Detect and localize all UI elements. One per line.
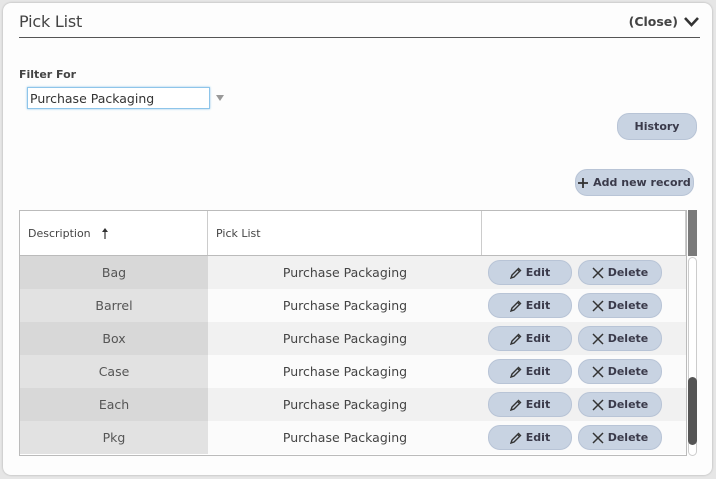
table-row: Each Purchase Packaging Edit Delete [20, 388, 686, 421]
table-row: Box Purchase Packaging Edit Delete [20, 322, 686, 355]
cell-pick-list: Purchase Packaging [208, 388, 482, 421]
cell-description: Barrel [20, 289, 208, 322]
edit-button[interactable]: Edit [488, 326, 572, 351]
cell-pick-list: Purchase Packaging [208, 256, 482, 289]
edit-label: Edit [525, 332, 551, 345]
dropdown-arrow-icon[interactable] [216, 95, 224, 101]
close-icon [592, 332, 604, 345]
table-row: Pkg Purchase Packaging Edit Delete [20, 421, 686, 454]
cell-description: Pkg [20, 421, 208, 454]
delete-button[interactable]: Delete [578, 359, 662, 384]
history-button-label: History [634, 120, 680, 133]
cell-actions: Edit Delete [482, 388, 686, 421]
table-row: Case Purchase Packaging Edit Delete [20, 355, 686, 388]
delete-label: Delete [607, 365, 649, 378]
table-row: Barrel Purchase Packaging Edit Delete [20, 289, 686, 322]
filter-input[interactable] [27, 87, 210, 109]
edit-label: Edit [525, 398, 551, 411]
edit-button[interactable]: Edit [488, 293, 572, 318]
cell-pick-list: Purchase Packaging [208, 289, 482, 322]
edit-button[interactable]: Edit [488, 425, 572, 450]
cell-pick-list: Purchase Packaging [208, 322, 482, 355]
pencil-icon [509, 432, 522, 444]
pencil-icon [509, 366, 522, 378]
close-label[interactable]: (Close) [629, 14, 678, 29]
delete-label: Delete [607, 266, 649, 279]
cell-pick-list: Purchase Packaging [208, 421, 482, 454]
edit-button[interactable]: Edit [488, 359, 572, 384]
close-icon [592, 398, 604, 411]
chevron-down-icon[interactable] [683, 16, 700, 28]
delete-label: Delete [607, 299, 649, 312]
column-header-actions [482, 211, 686, 255]
pencil-icon [509, 333, 522, 345]
cell-actions: Edit Delete [482, 322, 686, 355]
history-button[interactable]: History [617, 113, 697, 140]
pick-list-panel: Pick List (Close) Filter For History Add… [3, 3, 712, 475]
delete-label: Delete [607, 332, 649, 345]
panel-header: Pick List (Close) [19, 3, 700, 38]
edit-button[interactable]: Edit [488, 392, 572, 417]
delete-label: Delete [607, 398, 649, 411]
close-icon [592, 299, 604, 312]
edit-button[interactable]: Edit [488, 260, 572, 285]
column-header-pick-list[interactable]: Pick List [208, 211, 482, 255]
delete-button[interactable]: Delete [578, 392, 662, 417]
cell-actions: Edit Delete [482, 421, 686, 454]
cell-pick-list: Purchase Packaging [208, 355, 482, 388]
cell-actions: Edit Delete [482, 289, 686, 322]
edit-label: Edit [525, 299, 551, 312]
cell-actions: Edit Delete [482, 355, 686, 388]
grid-body: Bag Purchase Packaging Edit Delete Barre… [20, 256, 686, 454]
cell-description: Each [20, 388, 208, 421]
column-label: Pick List [216, 226, 261, 240]
close-icon [592, 266, 604, 279]
table-row: Bag Purchase Packaging Edit Delete [20, 256, 686, 289]
pencil-icon [509, 399, 522, 411]
pick-list-grid: Description Pick List Bag Purchase Packa… [19, 210, 687, 456]
edit-label: Edit [525, 365, 551, 378]
close-toggle[interactable]: (Close) [629, 14, 700, 29]
cell-description: Bag [20, 256, 208, 289]
cell-actions: Edit Delete [482, 256, 686, 289]
page-title: Pick List [19, 12, 83, 31]
pencil-icon [509, 300, 522, 312]
close-icon [592, 431, 604, 444]
edit-label: Edit [525, 431, 551, 444]
column-label: Description [28, 226, 91, 240]
column-header-description[interactable]: Description [20, 211, 208, 255]
pencil-icon [509, 267, 522, 279]
plus-icon [578, 177, 589, 188]
edit-label: Edit [525, 266, 551, 279]
delete-label: Delete [607, 431, 649, 444]
delete-button[interactable]: Delete [578, 425, 662, 450]
delete-button[interactable]: Delete [578, 293, 662, 318]
delete-button[interactable]: Delete [578, 260, 662, 285]
delete-button[interactable]: Delete [578, 326, 662, 351]
cell-description: Case [20, 355, 208, 388]
filter-label: Filter For [19, 68, 77, 81]
scrollbar-header-block [688, 210, 697, 256]
close-icon [592, 365, 604, 378]
cell-description: Box [20, 322, 208, 355]
grid-header: Description Pick List [20, 211, 686, 256]
sort-ascending-icon [101, 227, 108, 239]
add-new-record-label: Add new record [593, 176, 691, 189]
scrollbar-thumb[interactable] [688, 377, 697, 445]
add-new-record-button[interactable]: Add new record [575, 169, 694, 196]
